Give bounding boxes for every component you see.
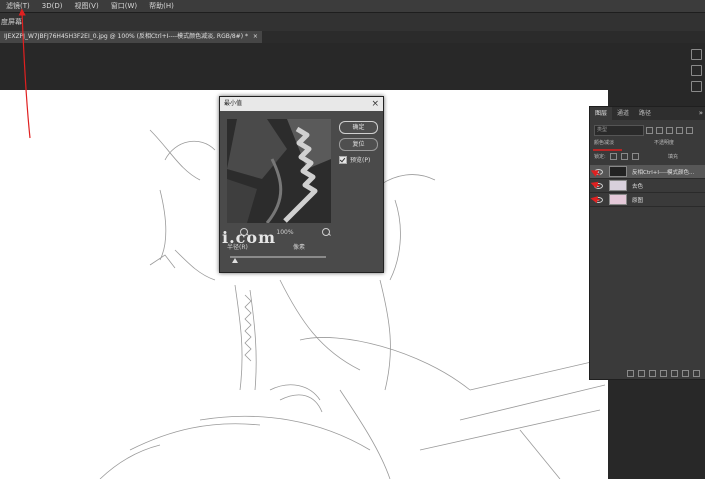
tab-channels[interactable]: 通道 — [612, 107, 634, 120]
panel-tabs: 图层 通道 路径 — [590, 107, 705, 120]
smart-filter-icon[interactable] — [686, 127, 693, 134]
delete-layer-icon[interactable] — [693, 370, 700, 377]
layer-thumbnail — [609, 180, 627, 191]
layer-thumbnail — [609, 194, 627, 205]
layer-name: 去色 — [632, 183, 644, 190]
layer-row[interactable]: 反相Ctrl+I----模式颜色... — [590, 165, 705, 179]
layer-thumbnail — [609, 166, 627, 177]
right-tool-strip — [688, 44, 705, 104]
shape-filter-icon[interactable] — [676, 127, 683, 134]
layer-style-icon[interactable] — [638, 370, 645, 377]
layer-filter-icons — [646, 127, 693, 134]
tab-layers[interactable]: 图层 — [590, 107, 613, 120]
layer-name: 反相Ctrl+I----模式颜色... — [632, 169, 695, 176]
reset-button[interactable]: 复位 — [339, 138, 378, 151]
type-filter-icon[interactable] — [666, 127, 673, 134]
history-icon[interactable] — [691, 81, 702, 92]
visibility-eye-icon[interactable] — [594, 182, 603, 189]
zoom-level: 100% — [276, 228, 294, 236]
document-tab[interactable]: IJEXZPJ_W7JBFJ76H45H3F2EI_0.jpg @ 100% (… — [0, 31, 262, 43]
filter-dialog: 最小值 × 确定 复位 预览(P) 100% i.com 半径(R) 像素 — [219, 96, 384, 273]
radius-slider-thumb[interactable] — [231, 258, 238, 263]
menu-filter[interactable]: 滤镜(T) — [0, 1, 36, 11]
visibility-eye-icon[interactable] — [594, 196, 603, 203]
radius-slider-track[interactable] — [230, 256, 326, 258]
lock-pixels-icon[interactable] — [609, 153, 617, 160]
dialog-title: 最小值 — [224, 100, 243, 107]
lock-position-icon[interactable] — [620, 153, 628, 160]
filter-preview[interactable] — [227, 119, 331, 223]
dialog-close-icon[interactable]: × — [367, 97, 379, 111]
document-tab-close-icon[interactable]: × — [253, 33, 258, 40]
link-layers-icon[interactable] — [627, 370, 634, 377]
preview-image — [227, 119, 331, 223]
zoom-in-icon[interactable] — [322, 228, 330, 236]
add-mask-icon[interactable] — [649, 370, 656, 377]
menu-bar: 滤镜(T) 3D(D) 视图(V) 窗口(W) 帮助(H) — [0, 0, 705, 12]
menu-help[interactable]: 帮助(H) — [143, 1, 180, 11]
dialog-title-bar[interactable]: 最小值 × — [220, 97, 383, 111]
preview-checkbox-row[interactable]: 预览(P) — [339, 155, 370, 164]
lock-all-icon[interactable] — [631, 153, 639, 160]
options-label: 度屏幕 — [1, 18, 22, 26]
document-tab-bar: IJEXZPJ_W7JBFJ76H45H3F2EI_0.jpg @ 100% (… — [0, 31, 705, 43]
lock-row: 锁定: — [594, 153, 639, 160]
adjustment-filter-icon[interactable] — [656, 127, 663, 134]
panel-menu-icon[interactable]: » — [699, 107, 703, 120]
new-layer-icon[interactable] — [682, 370, 689, 377]
preview-checkbox[interactable] — [339, 155, 347, 164]
pixel-filter-icon[interactable] — [646, 127, 653, 134]
opacity-label: 不透明度 — [654, 140, 675, 146]
blend-mode-select[interactable]: 颜色减淡 — [594, 139, 644, 148]
visibility-eye-icon[interactable] — [594, 168, 603, 175]
lock-label: 锁定: — [594, 154, 606, 160]
menu-view[interactable]: 视图(V) — [68, 1, 104, 11]
properties-icon[interactable] — [691, 49, 702, 60]
group-icon[interactable] — [671, 370, 678, 377]
layer-row[interactable]: 去色 — [590, 179, 705, 193]
layer-filter-input[interactable]: 类型 — [594, 125, 644, 136]
radius-label: 半径(R) — [227, 244, 248, 251]
menu-window[interactable]: 窗口(W) — [105, 1, 143, 11]
ok-button[interactable]: 确定 — [339, 121, 378, 134]
document-tab-label: IJEXZPJ_W7JBFJ76H45H3F2EI_0.jpg @ 100% (… — [4, 33, 248, 40]
options-bar: 度屏幕 — [0, 12, 705, 32]
radius-unit: 像素 — [293, 244, 306, 251]
layers-panel: 图层 通道 路径 » 类型 颜色减淡 不透明度 锁定: 填充 反相Ctrl+I-… — [589, 106, 705, 380]
layers-footer — [590, 368, 705, 379]
preview-checkbox-label: 预览(P) — [350, 157, 371, 164]
adjustment-layer-icon[interactable] — [660, 370, 667, 377]
fill-label: 填充 — [668, 154, 679, 160]
menu-3d[interactable]: 3D(D) — [36, 2, 69, 10]
tab-paths[interactable]: 路径 — [634, 107, 656, 120]
layer-name: 原图 — [632, 197, 644, 204]
adjustments-icon[interactable] — [691, 65, 702, 76]
layer-row[interactable]: 原图 — [590, 193, 705, 207]
